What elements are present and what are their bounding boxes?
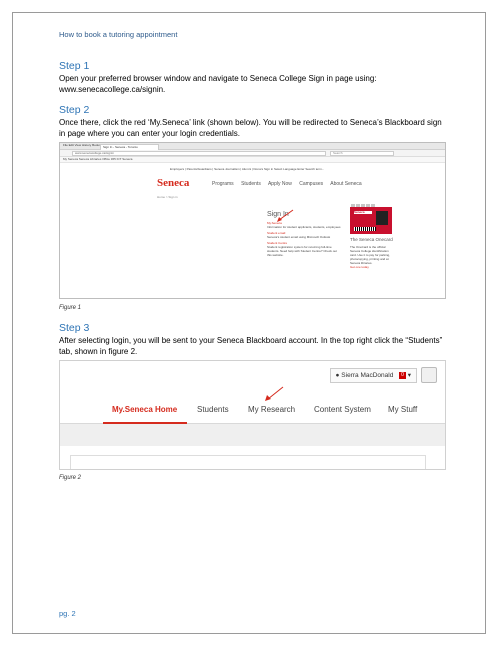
tab-myseneca-home[interactable]: My.Seneca Home	[112, 405, 177, 414]
step-3-text: After selecting login, you will be sent …	[59, 336, 443, 356]
onecard-description: The OneCard is the official Seneca Colle…	[350, 245, 391, 265]
browser-search-field[interactable]: Search	[330, 151, 394, 156]
user-icon: ●	[335, 372, 340, 379]
bookmarks-bar: My Seneca Seneca Libraries Office 365 IC…	[60, 157, 445, 163]
tab-students[interactable]: Students	[197, 405, 229, 414]
step-2-heading: Step 2	[59, 104, 90, 116]
tab-my-research[interactable]: My Research	[248, 405, 295, 414]
red-arrow-icon	[265, 386, 284, 401]
browser-menu-bar: File Edit View History Bookmarks Tools H…	[60, 143, 445, 151]
student-centre-description: Student registration system for returnin…	[267, 245, 337, 257]
page-number: pg. 2	[59, 609, 76, 618]
nav-apply-now[interactable]: Apply Now	[268, 181, 292, 187]
nav-about-seneca[interactable]: About Seneca	[330, 181, 361, 187]
chevron-down-icon: ▾	[407, 372, 411, 379]
myseneca-description: Information for student applicants, stud…	[267, 225, 341, 229]
url-field[interactable]: www.senecacollege.ca/signin	[72, 151, 326, 156]
onecard-link[interactable]: Get one today	[350, 265, 395, 269]
blackboard-tab-row: My.Seneca Home Students My Research Cont…	[60, 397, 445, 424]
breadcrumb: Home > Sign in	[157, 195, 178, 199]
nav-students[interactable]: Students	[241, 181, 261, 187]
figure-1-caption: Figure 1	[59, 305, 82, 311]
card-photo	[376, 211, 388, 225]
site-main-nav: Programs Students Apply Now Campuses Abo…	[212, 181, 368, 187]
tab-content-system[interactable]: Content System	[314, 405, 371, 414]
step-3-heading: Step 3	[59, 322, 90, 334]
step-1-heading: Step 1	[59, 60, 90, 72]
user-name: Sierra MacDonald	[341, 372, 394, 379]
help-icon[interactable]	[421, 367, 437, 383]
site-top-links: Employers | Parents/Guardians | Seneca J…	[170, 167, 325, 171]
onecard-image: Seneca	[350, 207, 392, 234]
step-1-line-2: www.senecacollege.ca/signin.	[59, 85, 166, 94]
signin-links: My.Seneca Information for student applic…	[267, 221, 342, 257]
step-2-text: Once there, click the red ‘My.Seneca’ li…	[59, 118, 442, 138]
tab-my-stuff[interactable]: My Stuff	[388, 405, 417, 414]
content-panel	[70, 455, 426, 469]
nav-campuses[interactable]: Campuses	[299, 181, 323, 187]
browser-address-bar: www.senecacollege.ca/signin Search	[60, 150, 445, 157]
step-1-text: Open your preferred browser window and n…	[59, 73, 449, 95]
student-email-description: Seneca's student email using Microsoft O…	[267, 235, 331, 239]
step-1-line-1: Open your preferred browser window and n…	[59, 74, 377, 83]
content-strip	[60, 424, 445, 446]
card-barcode	[354, 227, 376, 231]
figure-1-screenshot: File Edit View History Bookmarks Tools H…	[59, 142, 446, 299]
onecard-text: The OneCard is the official Seneca Colle…	[350, 245, 395, 269]
card-brand: Seneca	[354, 211, 372, 214]
onecard-title: The Seneca Onecard	[350, 237, 393, 242]
seneca-logo: Seneca	[157, 177, 190, 189]
nav-programs[interactable]: Programs	[212, 181, 234, 187]
notification-badge[interactable]: 0	[399, 371, 406, 379]
figure-2-caption: Figure 2	[59, 475, 82, 481]
document-header: How to book a tutoring appointment	[59, 30, 178, 39]
user-menu[interactable]: ● Sierra MacDonald 0 ▾	[329, 368, 417, 383]
figure-2-screenshot: ● Sierra MacDonald 0 ▾ My.Seneca Home St…	[59, 360, 446, 470]
